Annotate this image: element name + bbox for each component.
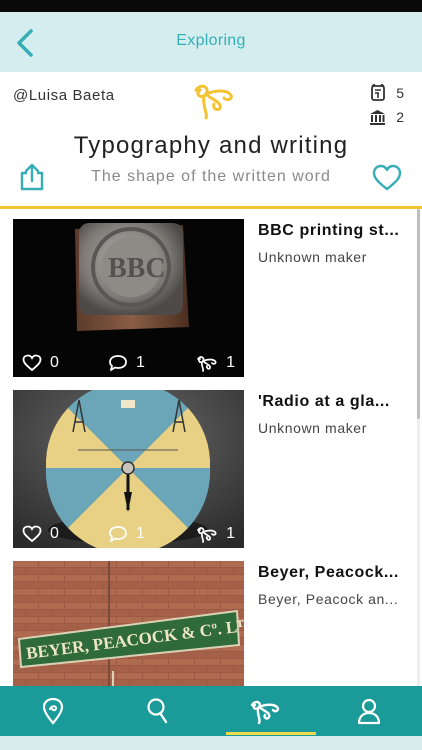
- search-icon: [146, 698, 167, 724]
- nav-title: Exploring: [176, 32, 246, 49]
- status-bar: [0, 0, 422, 12]
- svg-text:BBC: BBC: [108, 253, 166, 284]
- tab-places[interactable]: [0, 686, 105, 736]
- list-item[interactable]: BEYER, PEACOCK & Cº. Lᵀᴰ Beyer, Peacock.…: [13, 561, 409, 686]
- heart-icon: [22, 525, 42, 543]
- explore-logo-icon: [250, 700, 279, 725]
- map-pin-icon: [42, 697, 63, 725]
- tab-explore[interactable]: [211, 686, 316, 736]
- museums-stat: 2: [369, 109, 404, 125]
- favorite-heart-icon[interactable]: [372, 164, 402, 192]
- object-thumbnail: BEYER, PEACOCK & Cº. Lᵀᴰ: [13, 561, 244, 686]
- likes-count: 0: [50, 354, 59, 371]
- collection-header: @Luisa Baeta 5 2 Typography and writing …: [0, 72, 422, 206]
- item-stats: 0 1 1: [13, 349, 244, 377]
- profile-icon: [357, 698, 380, 725]
- collection-logo-icon: [197, 356, 217, 372]
- collection-subtitle: The shape of the written word: [91, 168, 331, 185]
- object-thumbnail: 0 1 1: [13, 390, 244, 548]
- list-item[interactable]: 0 1 1 'Radio at a gla... Unknown maker: [13, 390, 409, 548]
- comments-stat[interactable]: 1: [108, 525, 145, 543]
- item-maker: Unknown maker: [258, 249, 367, 265]
- comment-icon: [109, 526, 127, 542]
- scrollbar[interactable]: [417, 209, 420, 686]
- likes-stat[interactable]: 0: [22, 354, 59, 372]
- list-item[interactable]: BBC 0 1 1 BBC printing st... Unknown mak…: [13, 219, 409, 377]
- comment-icon: [109, 355, 127, 371]
- brand-logo-icon: [194, 84, 233, 120]
- likes-stat[interactable]: 0: [22, 525, 59, 543]
- item-maker: Beyer, Peacock an...: [258, 591, 399, 607]
- navigation-bar: Exploring: [0, 12, 422, 72]
- share-icon[interactable]: [18, 162, 46, 192]
- museums-count: 2: [396, 109, 404, 125]
- collections-stat[interactable]: 1: [194, 354, 235, 372]
- item-title[interactable]: 'Radio at a gla...: [258, 393, 410, 411]
- object-icon: [371, 84, 386, 101]
- object-list[interactable]: BBC 0 1 1 BBC printing st... Unknown mak…: [0, 209, 422, 686]
- collections-stat[interactable]: 1: [194, 525, 235, 543]
- item-title[interactable]: BBC printing st...: [258, 222, 410, 240]
- museum-icon: [370, 110, 386, 125]
- active-tab-indicator: [226, 732, 316, 735]
- collection-title: Typography and writing: [73, 132, 349, 159]
- collection-logo-icon: [197, 527, 217, 543]
- comments-count: 1: [136, 525, 145, 542]
- tab-search[interactable]: [105, 686, 210, 736]
- likes-count: 0: [50, 525, 59, 542]
- comments-count: 1: [136, 354, 145, 371]
- bottom-tab-bar: [0, 686, 422, 736]
- object-thumbnail: BBC 0 1 1: [13, 219, 244, 377]
- objects-stat: 5: [370, 84, 404, 102]
- objects-count: 5: [396, 85, 404, 101]
- comments-stat[interactable]: 1: [108, 354, 145, 372]
- item-title[interactable]: Beyer, Peacock...: [258, 564, 410, 582]
- author-handle[interactable]: @Luisa Baeta: [13, 87, 115, 104]
- tab-profile[interactable]: [316, 686, 421, 736]
- heart-icon: [22, 354, 42, 372]
- collections-count: 1: [226, 525, 235, 542]
- item-stats: 0 1 1: [13, 520, 244, 548]
- home-indicator-area: [0, 736, 422, 750]
- item-maker: Unknown maker: [258, 420, 367, 436]
- collections-count: 1: [226, 354, 235, 371]
